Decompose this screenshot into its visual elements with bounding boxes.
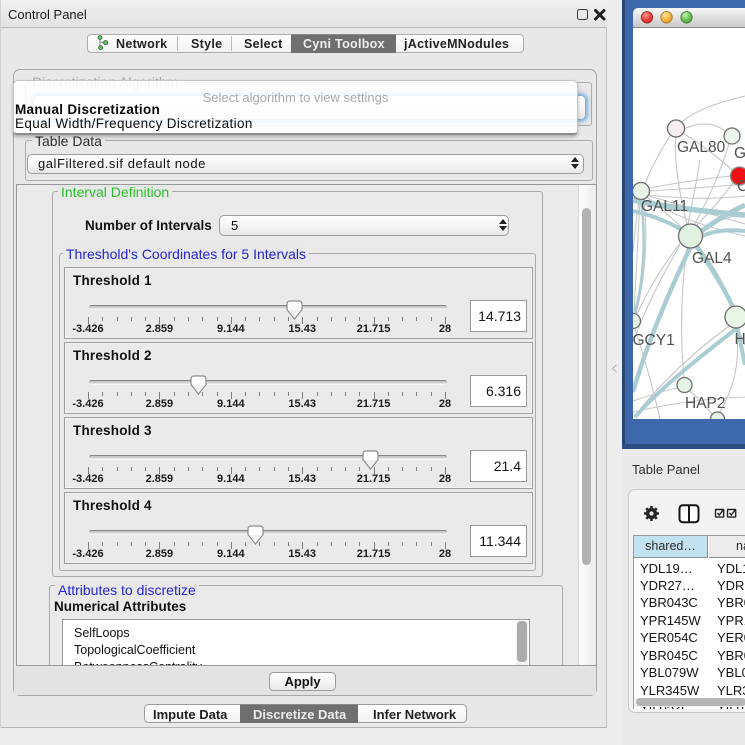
svg-text:GCY1: GCY1: [633, 332, 675, 349]
svg-text:GAL4: GAL4: [692, 250, 732, 267]
svg-text:CYC8: CYC8: [737, 178, 745, 195]
svg-text:HAP2: HAP2: [685, 395, 726, 412]
svg-text:GAL80: GAL80: [677, 139, 726, 156]
svg-text:GAL11: GAL11: [641, 198, 688, 215]
svg-text:GAL3: GAL3: [734, 145, 745, 162]
svg-text:HIS4: HIS4: [735, 331, 745, 348]
